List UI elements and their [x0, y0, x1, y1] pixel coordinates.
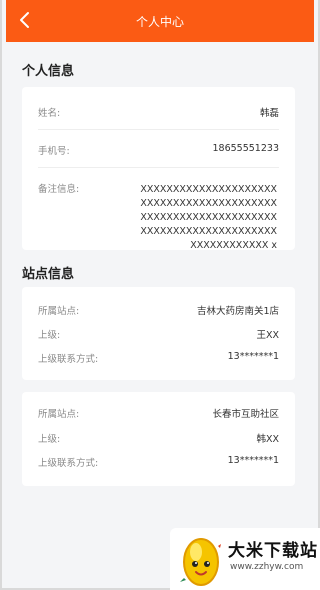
site-label: 所属站点:: [38, 306, 80, 317]
superior-label: 上级:: [38, 330, 61, 341]
section-title-personal: 个人信息: [22, 64, 75, 79]
name-row: 姓名: 韩磊: [38, 105, 279, 119]
back-button[interactable]: [14, 8, 36, 32]
site-value: 吉林大药房南关1店: [196, 306, 279, 317]
site-row: 所属站点: 吉林大药房南关1店: [38, 303, 279, 317]
name-value: 韩磊: [259, 108, 279, 119]
section-title-site: 站点信息: [22, 267, 75, 282]
phone-row: 手机号: 18655551233: [38, 143, 279, 157]
superior-label: 上级:: [38, 434, 61, 445]
contact-label: 上级联系方式:: [38, 354, 99, 365]
site-label: 所属站点:: [38, 409, 80, 420]
superior-value: 韩XX: [256, 434, 279, 445]
nav-bar: 个人中心: [6, 0, 314, 42]
divider: [38, 129, 279, 130]
phone-value: 18655551233: [212, 143, 280, 154]
remark-value: XXXXXXXXXXXXXXXXXXXXXXXXXXXXXXXXXXXXXXXX…: [140, 184, 277, 251]
page-title: 个人中心: [135, 14, 184, 29]
remark-label: 备注信息:: [38, 184, 80, 195]
superior-row: 上级: 王XX: [38, 327, 279, 341]
contact-label: 上级联系方式:: [38, 458, 99, 469]
superior-value: 王XX: [256, 330, 279, 341]
rice-logo-icon: [180, 538, 221, 586]
watermark: 大米下载站 www.zzhyw.com: [170, 528, 320, 590]
superior-row: 上级: 韩XX: [38, 431, 279, 445]
personal-info-card: 姓名: 韩磊 手机号: 18655551233 备注信息: XXXXXXXXXX…: [22, 87, 295, 251]
site-card: 所属站点: 吉林大药房南关1店 上级: 王XX 上级联系方式: 13******…: [22, 287, 295, 380]
site-card: 所属站点: 长春市互助社区 上级: 韩XX 上级联系方式: 13*******1: [22, 392, 295, 486]
divider: [38, 167, 279, 168]
contact-row: 上级联系方式: 13*******1: [38, 351, 279, 365]
watermark-title: 大米下载站: [228, 541, 318, 561]
phone-label: 手机号:: [38, 146, 70, 157]
name-label: 姓名:: [38, 108, 61, 119]
site-row: 所属站点: 长春市互助社区: [38, 406, 279, 420]
site-value: 长春市互助社区: [212, 409, 279, 420]
contact-value: 13*******1: [227, 351, 279, 362]
chevron-left-icon: [20, 12, 29, 28]
contact-value: 13*******1: [227, 455, 279, 466]
contact-row: 上级联系方式: 13*******1: [38, 455, 279, 469]
watermark-url: www.zzhyw.com: [230, 562, 304, 572]
